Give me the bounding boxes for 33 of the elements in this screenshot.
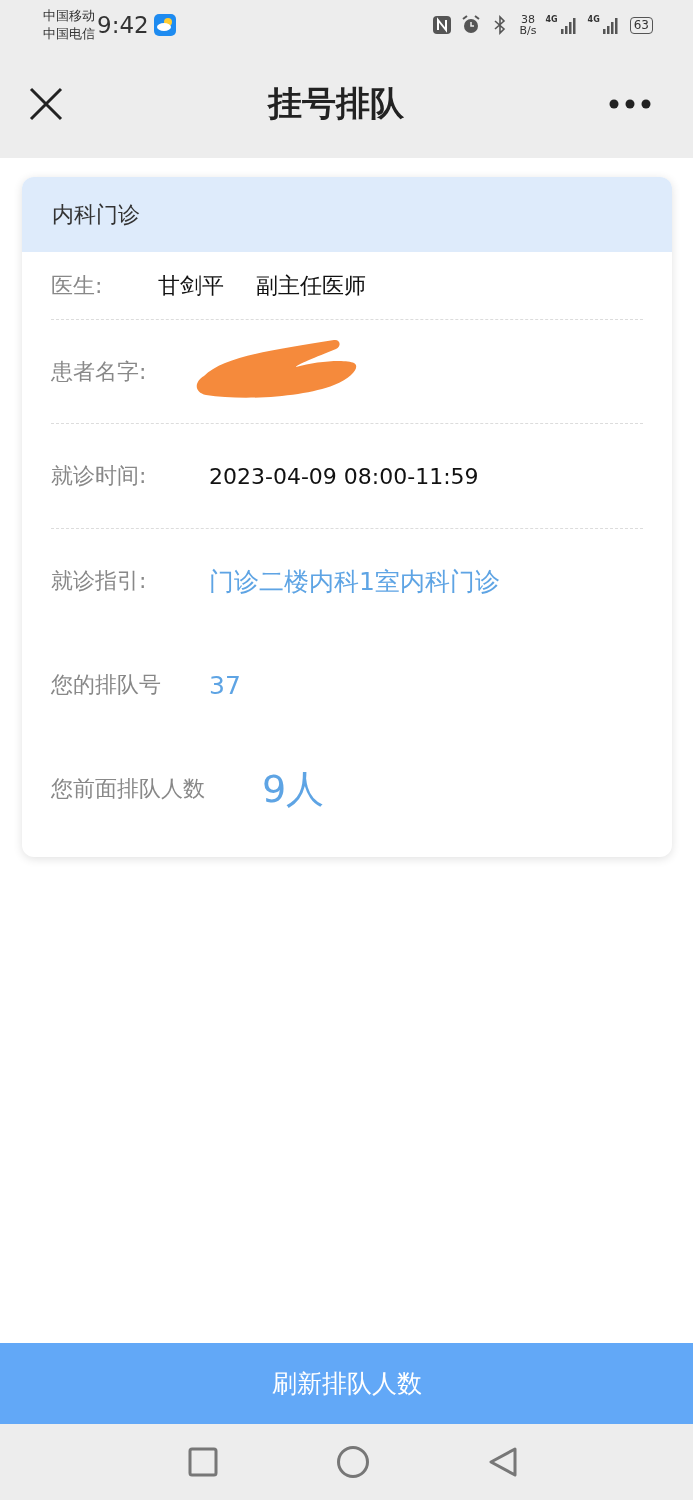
more-icon[interactable] <box>609 99 651 109</box>
close-icon[interactable] <box>29 87 63 121</box>
refresh-button[interactable]: 刷新排队人数 <box>0 1343 693 1424</box>
back-icon[interactable] <box>487 1446 518 1478</box>
network-type: 4G <box>587 15 600 24</box>
field-label: 您前面排队人数 <box>51 775 206 803</box>
page-title: 挂号排队 <box>268 82 404 125</box>
recent-apps-icon[interactable] <box>187 1447 218 1477</box>
card-title: 内科门诊 <box>22 177 672 252</box>
field-label: 就诊指引: <box>51 567 148 595</box>
clock-time: 9:42 <box>97 12 149 38</box>
field-value: 2023-04-09 08:00-11:59 <box>209 463 479 489</box>
field-label: 患者名字: <box>51 357 148 386</box>
weather-icon <box>153 14 176 36</box>
field-label: 医生: <box>51 271 104 300</box>
signal-icon <box>558 15 579 35</box>
battery-level: 63 <box>629 16 653 34</box>
carrier-name: 中国移动 <box>43 7 95 25</box>
field-value: 9人 <box>262 765 325 813</box>
network-speed: B/s <box>519 25 537 36</box>
nfc-icon <box>432 15 453 35</box>
field-value: 门诊二楼内科1室内科门诊 <box>209 565 500 598</box>
field-value: 37 <box>209 670 241 700</box>
field-value: 甘剑平 <box>158 271 224 300</box>
field-value: 副主任医师 <box>256 271 366 300</box>
signal-icon <box>600 15 621 35</box>
alarm-icon <box>461 15 482 35</box>
field-label: 您的排队号 <box>51 671 162 699</box>
field-label: 就诊时间: <box>51 462 148 490</box>
network-speed: 38 <box>520 14 535 25</box>
carrier-name: 中国电信 <box>43 25 95 43</box>
network-type: 4G <box>545 15 558 24</box>
home-icon[interactable] <box>335 1445 370 1479</box>
